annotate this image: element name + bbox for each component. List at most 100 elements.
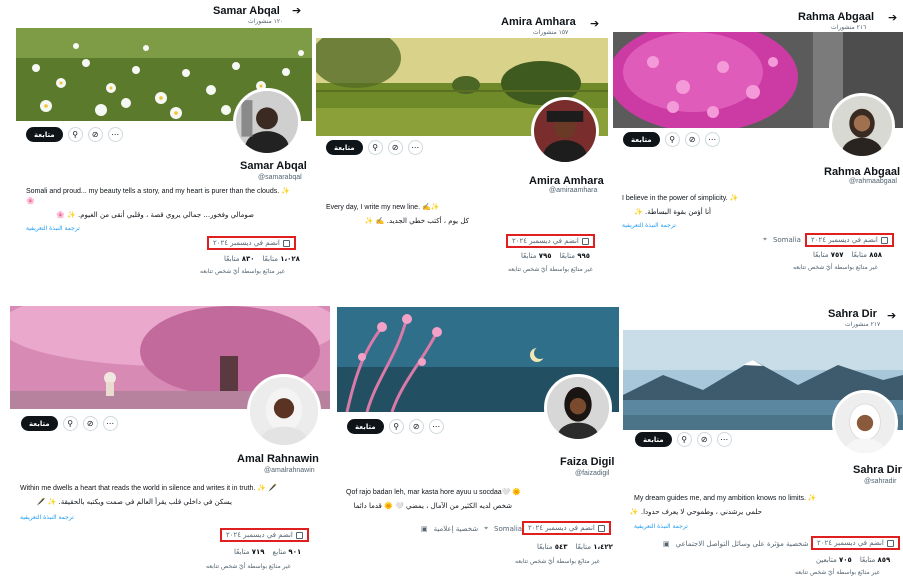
notification-icon[interactable]: ⊘ — [387, 140, 403, 155]
profile-avatar[interactable] — [829, 93, 895, 159]
profile-avatar[interactable] — [544, 374, 612, 442]
category-icon: ▣ — [663, 540, 670, 548]
search-icon[interactable]: ⚲ — [367, 140, 383, 155]
profile-actions: متابعة ⚲ ⊘ ⋯ — [326, 140, 423, 155]
not-followed-note: غير متابَع بواسطة أيّ شخص تتابعه — [206, 563, 291, 570]
header-name: Sahra Dir — [828, 308, 877, 320]
search-icon[interactable]: ⚲ — [62, 416, 78, 431]
joined-date: انضم في ديسمبر ٢٠٢٤ — [207, 236, 296, 250]
calendar-icon — [886, 539, 894, 547]
follow-stats: ٩٠١ متابع ٧١٩ متابعًا — [234, 548, 301, 556]
more-icon[interactable]: ⋯ — [107, 127, 123, 142]
back-arrow-icon[interactable]: ➔ — [590, 18, 599, 30]
profile-actions: متابعة ⚲ ⊘ ⋯ — [347, 419, 444, 434]
back-arrow-icon[interactable]: ➔ — [292, 5, 301, 17]
header-post-count: ٢١٦ منشورات — [831, 24, 867, 31]
followers-count[interactable]: ٨٥٩ متابعًا — [860, 556, 891, 564]
following-count[interactable]: ٧٠٥ متابعين — [816, 556, 852, 564]
not-followed-note: غير متابَع بواسطة أيّ شخص تتابعه — [200, 268, 285, 275]
followers-count[interactable]: ٨٥٨ متابعًا — [852, 251, 883, 259]
search-icon[interactable]: ⚲ — [67, 127, 83, 142]
joined-date-label: انضم في ديسمبر ٢٠٢٤ — [528, 524, 595, 532]
joined-date: انضم في ديسمبر ٢٠٢٤ — [506, 234, 595, 248]
more-icon[interactable]: ⋯ — [102, 416, 118, 431]
notification-icon[interactable]: ⊘ — [684, 132, 700, 147]
bio-english: Qof rajo badan leh, mar kasta hore ayuu … — [346, 489, 522, 496]
translate-bio-link[interactable]: ترجمة النبذة التعريفية — [26, 225, 80, 232]
profile-actions: متابعة ⚲ ⊘ ⋯ — [21, 416, 118, 431]
profile-meta: شخصية مؤثرة على وسائل التواصل الاجتماعي … — [663, 540, 808, 548]
profile-avatar[interactable] — [247, 374, 321, 448]
followers-count[interactable]: ١،٠٢٨ متابعًا — [263, 255, 300, 263]
joined-date: انضم في ديسمبر ٢٠٢٤ — [805, 233, 894, 247]
notification-icon[interactable]: ⊘ — [408, 419, 424, 434]
profile-handle: @amiraamhara — [549, 187, 598, 194]
followers-count[interactable]: ٩٠١ متابع — [273, 548, 302, 556]
profile-header: Samar Abqal ١٢٠ منشورات ➔ — [16, 0, 312, 30]
category-text: شخصية إعلامية — [433, 524, 479, 533]
profile-card-amal: متابعة ⚲ ⊘ ⋯ Amal Rahnawin @amalrahnawin… — [10, 302, 332, 578]
notification-icon[interactable]: ⊘ — [82, 416, 98, 431]
joined-date: انضم في ديسمبر ٢٠٢٤ — [811, 536, 900, 550]
follow-button[interactable]: متابعة — [21, 416, 58, 431]
header-name: Rahma Abgaal — [798, 11, 875, 23]
bio-english: I believe in the power of simplicity. ✨ — [622, 195, 739, 202]
not-followed-note: غير متابَع بواسطة أيّ شخص تتابعه — [515, 558, 600, 565]
profile-avatar[interactable] — [531, 97, 599, 165]
translate-bio-link[interactable]: ترجمة النبذة التعريفية — [634, 523, 688, 530]
followers-count[interactable]: ٩٩٥ متابعًا — [560, 252, 591, 260]
joined-date: انضم في ديسمبر ٢٠٢٤ — [220, 528, 309, 542]
follow-button[interactable]: متابعة — [26, 127, 63, 142]
location-icon: ⌖ — [484, 524, 489, 532]
bio-arabic: كل يوم ، أكتب خطي الجديد. ✍️ ✨ — [364, 217, 469, 225]
search-icon[interactable]: ⚲ — [676, 432, 692, 447]
followers-count[interactable]: ١،٤٢٢ متابعًا — [576, 543, 613, 551]
translate-bio-link[interactable]: ترجمة النبذة التعريفية — [622, 222, 676, 229]
follow-button[interactable]: متابعة — [326, 140, 363, 155]
more-icon[interactable]: ⋯ — [407, 140, 423, 155]
profile-avatar[interactable] — [233, 88, 301, 156]
follow-button[interactable]: متابعة — [635, 432, 672, 447]
header-post-count: ٢١٧ منشورات — [845, 321, 881, 328]
calendar-icon — [597, 524, 605, 532]
notification-icon[interactable]: ⊘ — [696, 432, 712, 447]
profile-name: Samar Abqal — [240, 160, 307, 172]
bio-english-line2: 🌸 — [26, 198, 35, 205]
translate-bio-link[interactable]: ترجمة النبذة التعريفية — [20, 514, 74, 521]
follow-stats: ١،٤٢٢ متابعًا ٥٤٣ متابعًا — [537, 543, 613, 551]
back-arrow-icon[interactable]: ➔ — [888, 12, 897, 24]
following-count[interactable]: ٧٥٧ متابعًا — [813, 251, 844, 259]
location-text: Somalia — [494, 524, 523, 533]
header-name: Samar Abqal — [213, 5, 280, 17]
following-count[interactable]: ٨٣٠ متابعًا — [224, 255, 255, 263]
more-icon[interactable]: ⋯ — [716, 432, 732, 447]
not-followed-note: غير متابَع بواسطة أيّ شخص تتابعه — [793, 264, 878, 271]
notification-icon[interactable]: ⊘ — [87, 127, 103, 142]
follow-button[interactable]: متابعة — [347, 419, 384, 434]
profile-handle: @samarabqal — [258, 174, 302, 181]
search-icon[interactable]: ⚲ — [388, 419, 404, 434]
back-arrow-icon[interactable]: ➔ — [887, 310, 896, 322]
bio-arabic: شخص لديه الكثير من الآمال ، يمضي 🤍 🌞 قدم… — [353, 502, 512, 510]
location-text: Somalia — [772, 235, 801, 244]
profile-card-sahra: Sahra Dir ٢١٧ منشورات ➔ متابعة ⚲ ⊘ ⋯ Sah… — [623, 304, 903, 581]
more-icon[interactable]: ⋯ — [428, 419, 444, 434]
profile-meta: Somalia ⌖ شخصية إعلامية ▣ — [421, 524, 522, 533]
joined-date-label: انضم في ديسمبر ٢٠٢٤ — [226, 531, 293, 539]
profile-handle: @sahradir — [864, 478, 897, 485]
profile-avatar[interactable] — [832, 390, 898, 456]
bio-english: Within me dwells a heart that reads the … — [20, 485, 277, 492]
joined-date: انضم في ديسمبر ٢٠٢٤ — [522, 521, 611, 535]
following-count[interactable]: ٥٤٣ متابعًا — [537, 543, 568, 551]
search-icon[interactable]: ⚲ — [664, 132, 680, 147]
more-icon[interactable]: ⋯ — [704, 132, 720, 147]
following-count[interactable]: ٧٩٥ متابعًا — [521, 252, 552, 260]
not-followed-note: غير متابَع بواسطة أيّ شخص تتابعه — [795, 569, 880, 576]
profile-card-samar: Samar Abqal ١٢٠ منشورات ➔ متابعة ⚲ ⊘ ⋯ S… — [16, 0, 312, 285]
following-count[interactable]: ٧١٩ متابعًا — [234, 548, 265, 556]
header-post-count: ١٢٠ منشورات — [248, 18, 284, 25]
follow-button[interactable]: متابعة — [623, 132, 660, 147]
header-post-count: ١٥٧ منشورات — [533, 29, 569, 36]
category-icon: ▣ — [421, 524, 428, 533]
follow-stats: ٨٥٨ متابعًا ٧٥٧ متابعًا — [813, 251, 882, 259]
